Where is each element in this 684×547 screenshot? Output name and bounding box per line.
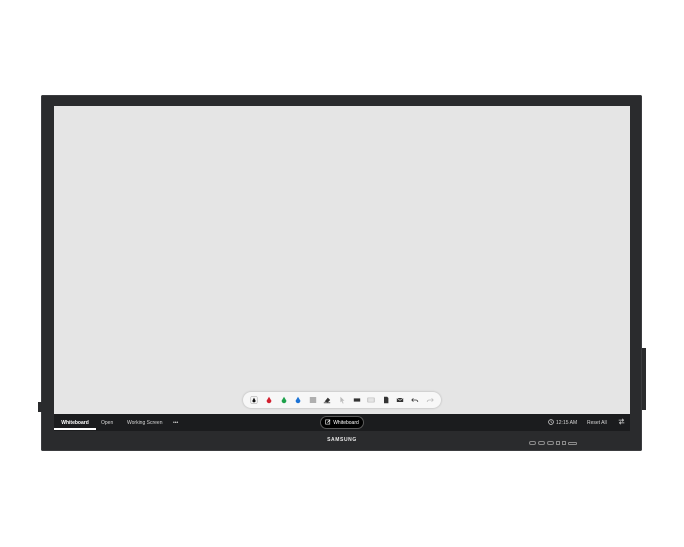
clock-time: 12:15 AM — [556, 419, 578, 426]
tab-open-label: Open — [101, 419, 114, 426]
tab-working-screen[interactable]: Working Screen — [127, 414, 162, 431]
samsung-logo: SAMSUNG — [327, 437, 357, 443]
tab-whiteboard[interactable]: Whiteboard — [54, 414, 96, 431]
right-pen-holder — [642, 348, 646, 410]
menu-icon[interactable] — [308, 396, 317, 405]
pen-black-icon[interactable] — [250, 396, 259, 405]
whiteboard-mode-label: Whiteboard — [333, 419, 359, 426]
grid-icon[interactable] — [367, 396, 376, 405]
whiteboard-canvas[interactable] — [54, 106, 630, 431]
usb-port — [568, 441, 577, 445]
reset-all-label: Reset All — [587, 419, 607, 426]
port-2 — [538, 441, 545, 445]
reset-all-button[interactable]: Reset All — [587, 414, 607, 431]
pen-blue-icon[interactable] — [294, 396, 303, 405]
more-button[interactable]: ••• — [173, 414, 178, 431]
tab-whiteboard-label: Whiteboard — [61, 419, 89, 426]
port-5 — [562, 441, 566, 445]
keyboard-icon[interactable] — [352, 396, 361, 405]
pen-green-icon[interactable] — [279, 396, 288, 405]
more-icon: ••• — [173, 419, 179, 426]
document-icon[interactable] — [381, 396, 390, 405]
active-tab-indicator — [54, 428, 96, 430]
select-icon[interactable] — [337, 396, 346, 405]
port-3 — [547, 441, 554, 445]
edit-board-icon — [325, 419, 331, 427]
left-pen-holder — [38, 402, 42, 412]
tab-working-screen-label: Working Screen — [127, 419, 163, 426]
tab-open[interactable]: Open — [101, 414, 113, 431]
swap-icon — [618, 418, 625, 427]
clock-icon — [548, 418, 554, 427]
mail-icon[interactable] — [396, 396, 405, 405]
port-1 — [529, 441, 536, 445]
undo-icon[interactable] — [411, 396, 420, 405]
swap-button[interactable] — [618, 414, 625, 431]
whiteboard-mode-button[interactable]: Whiteboard — [320, 416, 364, 429]
pen-red-icon[interactable] — [264, 396, 273, 405]
drawing-toolbar — [243, 392, 441, 408]
redo-icon[interactable] — [425, 396, 434, 405]
io-ports — [529, 441, 577, 445]
port-4 — [556, 441, 560, 445]
eraser-icon[interactable] — [323, 396, 332, 405]
clock-button[interactable]: 12:15 AM — [548, 414, 577, 431]
